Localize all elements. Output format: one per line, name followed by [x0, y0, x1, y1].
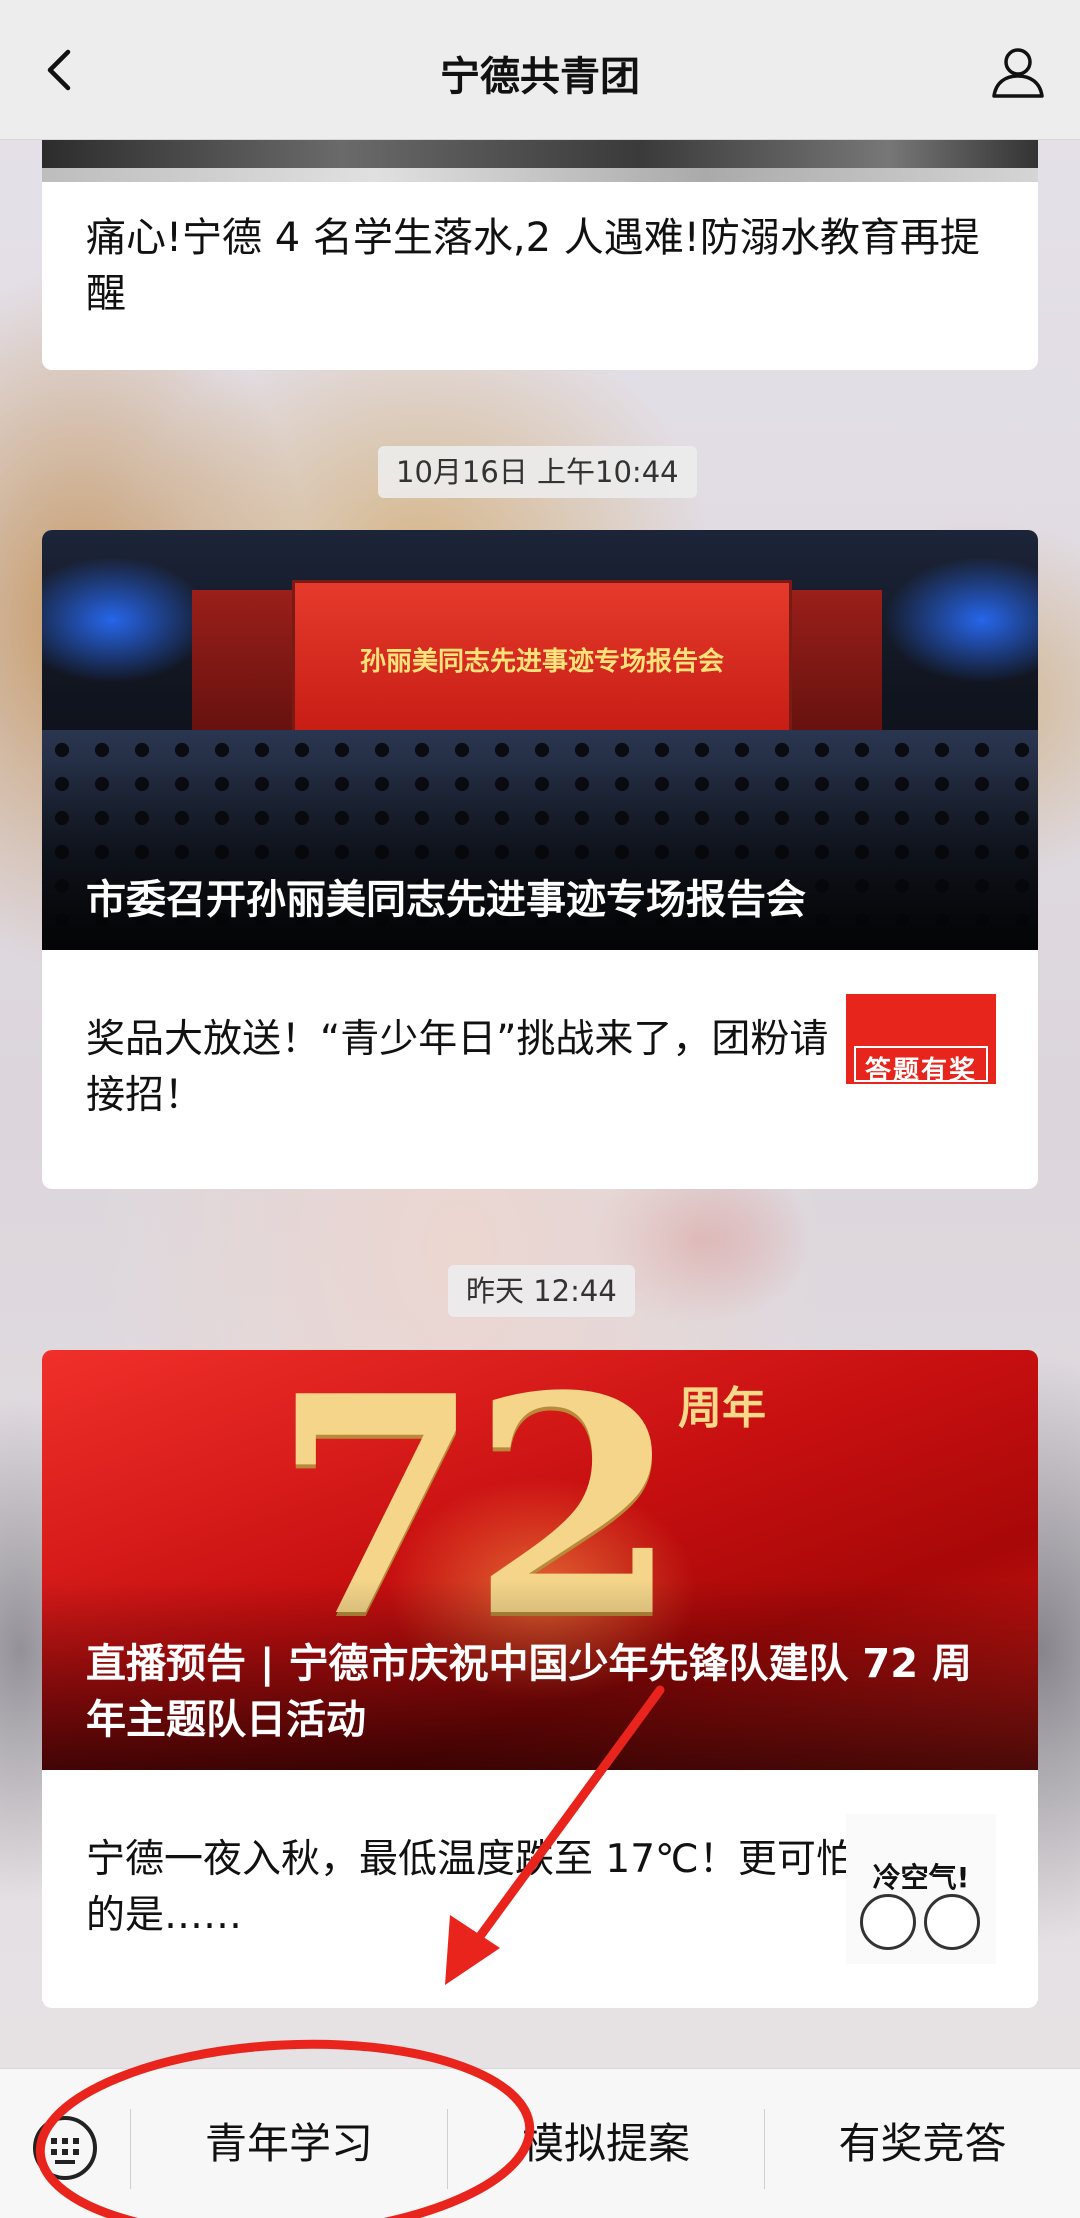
article-title: 痛心!宁德 4 名学生落水,2 人遇难!防溺水教育再提醒: [86, 215, 980, 317]
article-group-card: 孙丽美同志先进事迹专场报告会 市委召开孙丽美同志先进事迹专场报告会 奖品大放送！…: [42, 530, 1038, 1189]
person-icon[interactable]: [986, 40, 1050, 104]
article-card-top[interactable]: 痛心!宁德 4 名学生落水,2 人遇难!防溺水教育再提醒: [42, 140, 1038, 370]
article-image: [42, 140, 1038, 182]
timestamp: 10月16日 上午10:44: [378, 446, 697, 498]
sub-article-title: 宁德一夜入秋，最低温度跌至 17℃！更可怕的是……: [86, 1837, 855, 1938]
article-hero[interactable]: 72 周年 直播预告 | 宁德市庆祝中国少年先锋队建队 72 周年主题队日活动: [42, 1350, 1038, 1770]
sub-article-row[interactable]: 奖品大放送！“青少年日”挑战来了，团粉请接招！ 答题有奖 福利大放送 快来参加: [42, 950, 1038, 1189]
thumb-label: 答题有奖: [864, 1056, 977, 1086]
sub-article-title: 奖品大放送！“青少年日”挑战来了，团粉请接招！: [86, 1017, 829, 1118]
bottom-menu-bar: 青年学习 模拟提案 有奖竞答: [0, 2068, 1080, 2218]
cartoon-face-icon: [924, 1894, 980, 1950]
thumb-label: 冷空气!: [872, 1861, 970, 1894]
timestamp: 昨天 12:44: [448, 1265, 635, 1317]
article-hero[interactable]: 孙丽美同志先进事迹专场报告会 市委召开孙丽美同志先进事迹专场报告会: [42, 530, 1038, 950]
sub-article-thumbnail: 答题有奖 福利大放送 快来参加: [846, 994, 996, 1144]
stage-screen: 孙丽美同志先进事迹专场报告会: [292, 580, 792, 750]
page-title: 宁德共青团: [440, 54, 640, 100]
cartoon-face-icon: [860, 1894, 916, 1950]
article-group-card: 72 周年 直播预告 | 宁德市庆祝中国少年先锋队建队 72 周年主题队日活动 …: [42, 1350, 1038, 2008]
sub-article-row[interactable]: 宁德一夜入秋，最低温度跌至 17℃！更可怕的是…… 冷空气!: [42, 1770, 1038, 2008]
top-nav-bar: 宁德共青团: [0, 0, 1080, 140]
thumb-sub-label: 福利大放送 快来参加: [860, 1096, 982, 1111]
anniversary-label: 周年: [678, 1383, 766, 1434]
menu-item-quiz[interactable]: 有奖竞答: [765, 2069, 1080, 2218]
stage-screen-text: 孙丽美同志先进事迹专场报告会: [359, 647, 724, 677]
article-headline: 市委召开孙丽美同志先进事迹专场报告会: [86, 877, 806, 923]
keyboard-icon[interactable]: [30, 2113, 100, 2183]
menu-item-mock-proposal[interactable]: 模拟提案: [448, 2069, 764, 2218]
menu-item-youth-learning[interactable]: 青年学习: [131, 2069, 447, 2218]
article-headline: 直播预告 | 宁德市庆祝中国少年先锋队建队 72 周年主题队日活动: [86, 1641, 972, 1743]
sub-article-thumbnail: 冷空气!: [846, 1814, 996, 1964]
